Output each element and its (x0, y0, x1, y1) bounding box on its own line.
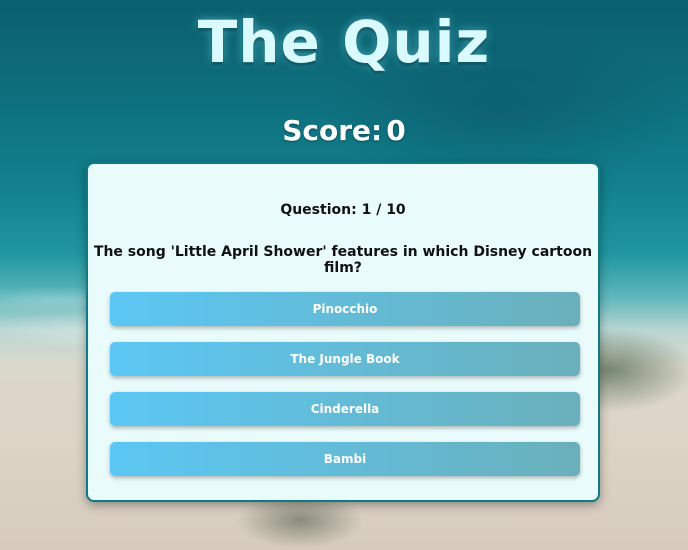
answer-list: Pinocchio The Jungle Book Cinderella Bam… (110, 292, 580, 492)
question-card: Question: 1 / 10 The song 'Little April … (86, 162, 600, 502)
question-total: 10 (386, 202, 406, 218)
question-separator: / (376, 202, 382, 218)
answer-button-the-jungle-book[interactable]: The Jungle Book (110, 342, 580, 376)
score-display: Score: 0 (0, 114, 688, 147)
question-text: The song 'Little April Shower' features … (93, 244, 593, 276)
score-label: Score: (282, 114, 383, 147)
answer-button-pinocchio[interactable]: Pinocchio (110, 292, 580, 326)
answer-button-bambi[interactable]: Bambi (110, 442, 580, 476)
answer-button-cinderella[interactable]: Cinderella (110, 392, 580, 426)
page-title: The Quiz (197, 8, 491, 76)
quiz-page: { "header": { "title": "The Quiz", "scor… (0, 0, 688, 550)
question-current: 1 (361, 202, 372, 218)
question-counter-label: Question: (280, 202, 357, 218)
score-value: 0 (386, 114, 406, 147)
question-counter: Question: 1 / 10 (88, 202, 598, 218)
